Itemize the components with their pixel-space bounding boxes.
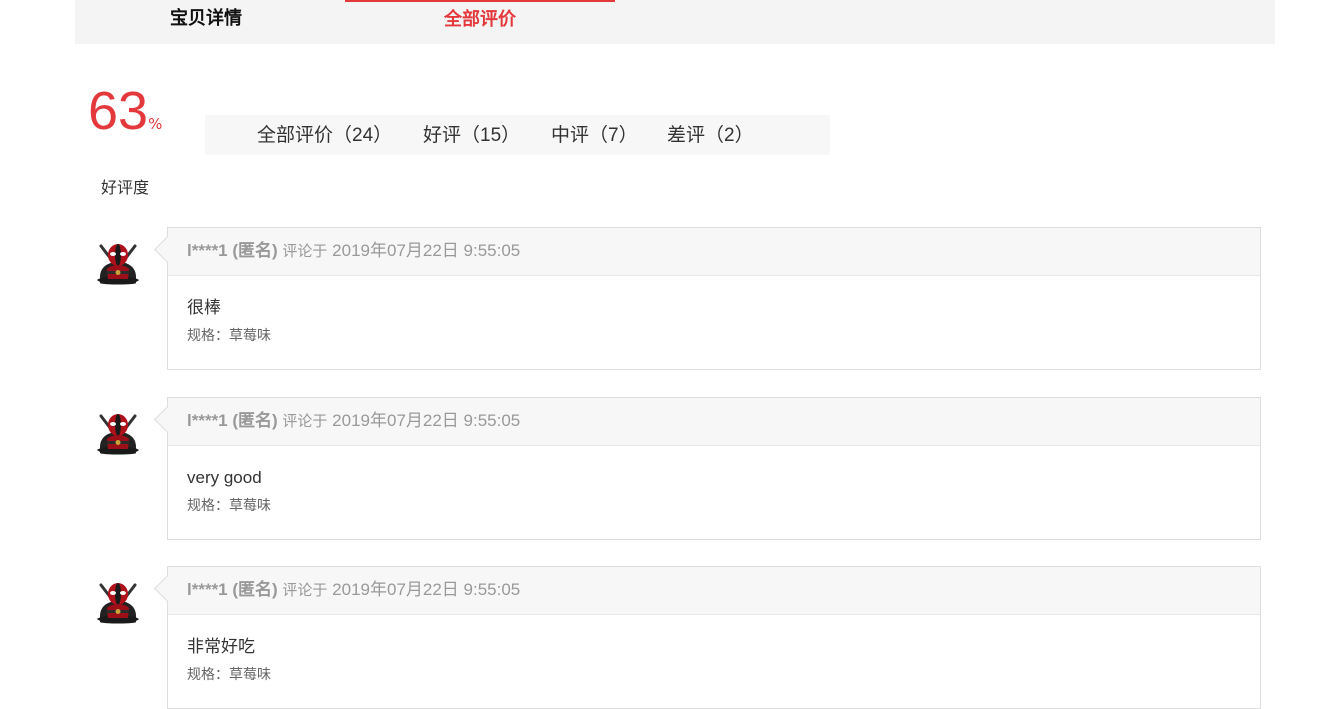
user-avatar-icon bbox=[93, 407, 143, 457]
review-label: 评论于 bbox=[282, 412, 328, 430]
review-label: 评论于 bbox=[282, 242, 328, 260]
reviewer-name: l****1 (匿名) bbox=[187, 241, 278, 260]
positive-rate-value: 63 bbox=[88, 81, 149, 141]
positive-rate-unit: % bbox=[148, 115, 163, 133]
review-card: l****1 (匿名) 评论于 2019年07月22日 9:55:05 非常好吃… bbox=[167, 566, 1261, 709]
review-filter-bar: 全部评价（24） 好评（15） 中评（7） 差评（2） bbox=[205, 115, 830, 155]
review-spec: 规格：草莓味 bbox=[187, 328, 271, 344]
product-tab-bar: 宝贝详情 全部评价 bbox=[75, 0, 1275, 44]
user-avatar-icon bbox=[93, 576, 143, 626]
review-date: 2019年07月22日 9:55:05 bbox=[332, 580, 521, 599]
filter-all[interactable]: 全部评价（24） bbox=[257, 115, 392, 157]
review-body: 很棒 规格：草莓味 bbox=[168, 276, 1260, 369]
review-card: l****1 (匿名) 评论于 2019年07月22日 9:55:05 很棒 规… bbox=[167, 227, 1261, 370]
tab-all-reviews[interactable]: 全部评价 bbox=[345, 0, 615, 46]
filter-neutral[interactable]: 中评（7） bbox=[551, 115, 638, 157]
review-spec: 规格：草莓味 bbox=[187, 498, 271, 514]
review-spec: 规格：草莓味 bbox=[187, 667, 271, 683]
reviewer-name: l****1 (匿名) bbox=[187, 580, 278, 599]
review-content: 非常好吃 bbox=[187, 637, 255, 656]
review-header: l****1 (匿名) 评论于 2019年07月22日 9:55:05 bbox=[168, 228, 1260, 276]
filter-positive[interactable]: 好评（15） bbox=[423, 115, 520, 157]
filter-negative[interactable]: 差评（2） bbox=[667, 115, 754, 157]
review-content: 很棒 bbox=[187, 298, 221, 317]
review-date: 2019年07月22日 9:55:05 bbox=[332, 411, 521, 430]
review-header: l****1 (匿名) 评论于 2019年07月22日 9:55:05 bbox=[168, 398, 1260, 446]
review-body: very good 规格：草莓味 bbox=[168, 446, 1260, 539]
tab-details[interactable]: 宝贝详情 bbox=[170, 0, 242, 44]
positive-rate: 63% bbox=[88, 80, 162, 142]
positive-rate-label: 好评度 bbox=[101, 178, 150, 197]
reviewer-name: l****1 (匿名) bbox=[187, 411, 278, 430]
review-body: 非常好吃 规格：草莓味 bbox=[168, 615, 1260, 708]
review-label: 评论于 bbox=[282, 581, 328, 599]
review-header: l****1 (匿名) 评论于 2019年07月22日 9:55:05 bbox=[168, 567, 1260, 615]
review-content: very good bbox=[187, 468, 262, 487]
user-avatar-icon bbox=[93, 237, 143, 287]
review-card: l****1 (匿名) 评论于 2019年07月22日 9:55:05 very… bbox=[167, 397, 1261, 540]
review-date: 2019年07月22日 9:55:05 bbox=[332, 241, 521, 260]
